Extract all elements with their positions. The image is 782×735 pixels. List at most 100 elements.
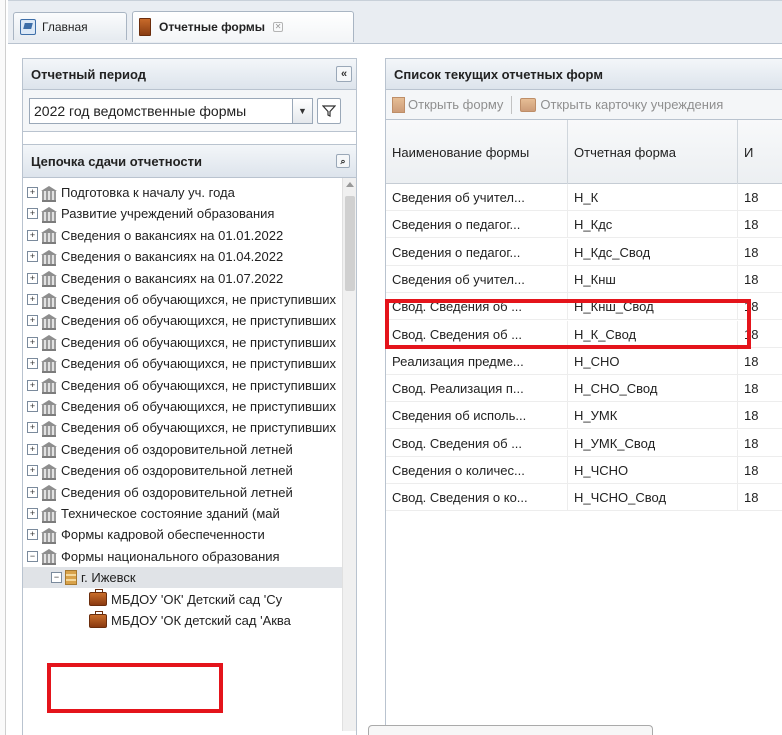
period-row: 2022 год ведомственные формы ▼ xyxy=(23,90,356,132)
scroll-thumb[interactable] xyxy=(345,196,355,291)
tree-item-label: Техническое состояние зданий (май xyxy=(61,506,280,521)
tree-item[interactable]: + Сведения об оздоровительной летней xyxy=(23,460,348,481)
tree-item-label: Формы кадровой обеспеченности xyxy=(61,527,265,543)
expand-icon[interactable]: + xyxy=(27,443,38,455)
expand-icon[interactable]: + xyxy=(27,187,38,198)
institution-icon xyxy=(41,485,57,502)
column-header-form-label: Отчетная форма xyxy=(574,144,676,160)
institution-icon xyxy=(41,442,57,459)
expand-icon[interactable]: + xyxy=(27,208,38,220)
expand-icon[interactable]: + xyxy=(27,251,38,263)
tree-item[interactable]: + Сведения о вакансиях на 01.01.2022 xyxy=(23,225,348,246)
close-icon[interactable]: ✕ xyxy=(273,22,284,32)
cell-form: Н_СНО xyxy=(568,347,738,375)
expand-icon[interactable]: + xyxy=(27,508,38,519)
table-row[interactable]: Сведения о педагог... Н_Кдс 18 xyxy=(386,211,782,239)
expand-icon[interactable]: + xyxy=(27,486,38,498)
column-header-form[interactable]: Отчетная форма xyxy=(568,120,738,184)
column-header-name-label: Наименование формы xyxy=(392,144,530,160)
tree-item[interactable]: + Сведения об обучающихся, не приступивши… xyxy=(23,417,348,438)
collapse-icon[interactable]: − xyxy=(51,572,62,584)
tree-item[interactable]: + Сведения об обучающихся, не приступивши… xyxy=(23,353,348,374)
table-row[interactable]: Сведения о педагог... Н_Кдс_Свод 18 xyxy=(386,238,782,266)
table-row[interactable]: Свод. Сведения о ко... Н_ЧСНО_Свод 18 xyxy=(386,484,782,512)
column-header-name[interactable]: Наименование формы xyxy=(386,120,568,184)
table-row[interactable]: Сведения о количес... Н_ЧСНО 18 xyxy=(386,457,782,484)
tree-item[interactable]: + Сведения об обучающихся, не приступивши… xyxy=(23,289,348,310)
horizontal-scrollbar[interactable] xyxy=(368,725,653,735)
tree-item[interactable]: + Сведения о вакансиях на 01.07.2022 xyxy=(23,268,348,289)
cell-name: Сведения об учител... xyxy=(386,184,568,211)
table-row[interactable]: Реализация предме... Н_СНО 18 xyxy=(386,347,782,375)
tree-item-label: г. Ижевск xyxy=(81,570,136,586)
table-row[interactable]: Свод. Реализация п... Н_СНО_Свод 18 xyxy=(386,375,782,403)
tree-item[interactable]: + Сведения об оздоровительной летней xyxy=(23,482,348,503)
tree-item[interactable]: − Формы национального образования xyxy=(23,546,348,567)
tree-item-label: Сведения о вакансиях на 01.01.2022 xyxy=(61,227,284,243)
filter-button[interactable] xyxy=(317,97,341,124)
institution-icon xyxy=(41,185,57,202)
institution-icon xyxy=(41,313,57,330)
expand-icon[interactable]: + xyxy=(27,336,38,348)
tree-item[interactable]: МБДОУ 'ОК' Детский сад 'Су xyxy=(23,589,348,610)
tree-item[interactable]: + Сведения об обучающихся, не приступивши… xyxy=(23,396,348,417)
tree-item-label: МБДОУ 'ОК' Детский сад 'Су xyxy=(111,591,283,607)
expand-icon[interactable]: + xyxy=(27,401,38,412)
table-row[interactable]: Свод. Сведения об ... Н_УМК_Свод 18 xyxy=(386,429,782,457)
expand-icon[interactable]: + xyxy=(27,294,38,305)
cell-name: Сведения о педагог... xyxy=(386,211,568,239)
chevron-down-icon[interactable]: ▼ xyxy=(292,98,312,123)
tree-item[interactable]: + Сведения об обучающихся, не приступивши… xyxy=(23,375,348,396)
cell-extra: 18 xyxy=(738,266,782,293)
tree-item[interactable]: + Техническое состояние зданий (май xyxy=(23,503,348,524)
tab-report-forms[interactable]: Отчетные формы ✕ xyxy=(132,11,354,42)
expand-icon[interactable]: + xyxy=(27,315,38,327)
tab-home[interactable]: Главная xyxy=(13,12,127,40)
tree-item[interactable]: − г. Ижевск xyxy=(23,567,348,589)
cell-extra: 18 xyxy=(738,184,782,211)
cell-name: Свод. Реализация п... xyxy=(386,375,568,403)
expand-icon[interactable]: + xyxy=(27,529,38,541)
table-row[interactable]: Сведения об учител... Н_К 18 xyxy=(386,184,782,211)
period-select[interactable]: 2022 год ведомственные формы ▼ xyxy=(29,97,313,124)
cell-extra: 18 xyxy=(738,293,782,320)
forms-title: Список текущих отчетных форм xyxy=(394,66,603,82)
tree-item[interactable]: + Формы кадровой обеспеченности xyxy=(23,524,348,545)
tree-item[interactable]: МБДОУ 'ОК детский сад 'Аква xyxy=(23,610,348,631)
institution-icon xyxy=(41,549,57,566)
collapse-icon[interactable]: − xyxy=(27,550,38,562)
search-icon[interactable]: ⌕ xyxy=(336,154,350,168)
table-row[interactable]: Свод. Сведения об ... Н_Кнш_Свод 18 xyxy=(386,293,782,321)
cell-name: Сведения о количес... xyxy=(386,457,568,484)
expand-icon[interactable]: + xyxy=(27,422,38,434)
tree-item[interactable]: + Подготовка к началу уч. года xyxy=(23,182,348,203)
scroll-up-icon[interactable] xyxy=(346,182,354,187)
tree-item[interactable]: + Сведения об оздоровительной летней xyxy=(23,439,348,460)
tree-item-label: Формы национального образования xyxy=(61,548,280,564)
tree-item[interactable]: + Сведения об обучающихся, не приступивши… xyxy=(23,332,348,353)
table-row[interactable]: Свод. Сведения об ... Н_К_Свод 18 xyxy=(386,320,782,348)
tab-bar: Главная Отчетные формы ✕ xyxy=(8,0,782,44)
tree-item[interactable]: + Сведения о вакансиях на 01.04.2022 xyxy=(23,246,348,267)
briefcase-icon xyxy=(89,589,107,607)
expand-icon[interactable]: + xyxy=(27,272,38,284)
tree-item-label: Сведения об обучающихся, не приступивших xyxy=(61,334,337,350)
tree-item[interactable]: + Сведения об обучающихся, не приступивши… xyxy=(23,310,348,331)
open-form-button[interactable]: Открыть форму xyxy=(408,97,503,112)
column-header-extra[interactable]: И xyxy=(738,120,782,184)
cell-extra: 18 xyxy=(738,430,782,457)
toolbar-separator xyxy=(511,95,513,114)
table-row[interactable]: Сведения об исполь... Н_УМК 18 xyxy=(386,402,782,430)
tree-item[interactable]: + Развитие учреждений образования xyxy=(23,203,348,224)
open-card-button[interactable]: Открыть карточку учреждения xyxy=(540,97,723,112)
table-row[interactable]: Сведения об учител... Н_Кнш 18 xyxy=(386,265,782,293)
institution-icon xyxy=(41,206,57,223)
tree-scrollbar[interactable] xyxy=(342,178,356,731)
expand-icon[interactable]: + xyxy=(27,465,38,477)
collapse-left-icon[interactable]: « xyxy=(336,66,352,82)
window-edge xyxy=(0,0,6,735)
expand-icon[interactable]: + xyxy=(27,229,38,241)
expand-icon[interactable]: + xyxy=(27,358,38,370)
column-header-extra-label: И xyxy=(744,144,754,160)
expand-icon[interactable]: + xyxy=(27,379,38,391)
